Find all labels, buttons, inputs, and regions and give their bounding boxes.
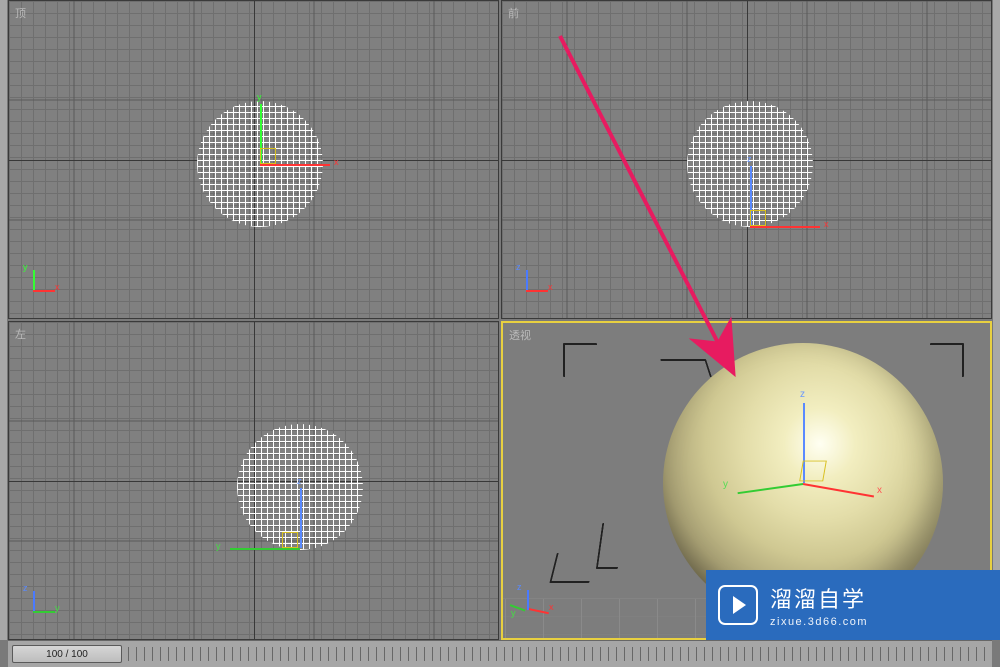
viewport-grid: 顶 x y x y 前 x [8, 0, 992, 640]
gizmo-z-axis[interactable] [300, 488, 302, 548]
gizmo-plane-handle[interactable] [260, 148, 276, 164]
timeline-frame-label: 100 / 100 [46, 649, 88, 660]
move-gizmo[interactable]: x z [750, 226, 751, 227]
gizmo-x-axis[interactable] [260, 164, 330, 166]
gizmo-z-label: z [747, 154, 752, 164]
viewport-top[interactable]: 顶 x y x y [8, 0, 499, 319]
gizmo-plane-handle[interactable] [282, 532, 298, 548]
orientation-compass: x y [25, 268, 59, 302]
gizmo-y-label: y [216, 541, 221, 551]
gizmo-y-label: y [257, 92, 262, 102]
orientation-compass: y z [25, 589, 59, 623]
timeline-slider-knob[interactable]: 100 / 100 [12, 645, 122, 663]
timeline-bar[interactable]: 100 / 100 [8, 640, 992, 667]
gizmo-x-label: x [824, 219, 829, 229]
gizmo-x-axis[interactable] [750, 226, 820, 228]
watermark-subtitle: zixue.3d66.com [770, 616, 868, 628]
move-gizmo[interactable]: y z [300, 548, 301, 549]
right-panel-edge [992, 0, 1000, 640]
left-toolbar [0, 0, 8, 640]
watermark-badge: 溜溜自学 zixue.3d66.com [706, 570, 1000, 640]
play-icon [718, 585, 758, 625]
viewport-left[interactable]: 左 y z y z [8, 321, 499, 640]
viewport-label: 透视 [509, 327, 531, 343]
gizmo-z-label: z [297, 476, 302, 486]
move-gizmo[interactable]: x y [260, 164, 261, 165]
viewport-front[interactable]: 前 x z x z [501, 0, 992, 319]
gizmo-plane-handle[interactable] [750, 210, 766, 226]
gizmo-y-label: y [723, 479, 728, 490]
gizmo-z-label: z [800, 389, 805, 400]
orientation-compass: x z [518, 268, 552, 302]
timeline-track[interactable] [128, 647, 986, 661]
gizmo-plane-handle[interactable] [799, 461, 827, 482]
watermark-title: 溜溜自学 [770, 582, 868, 614]
app-root: 顶 x y x y 前 x [0, 0, 1000, 667]
gizmo-y-axis[interactable] [230, 548, 300, 550]
orientation-compass: x z y [519, 588, 553, 622]
gizmo-x-label: x [877, 485, 882, 496]
gizmo-x-label: x [334, 157, 339, 167]
